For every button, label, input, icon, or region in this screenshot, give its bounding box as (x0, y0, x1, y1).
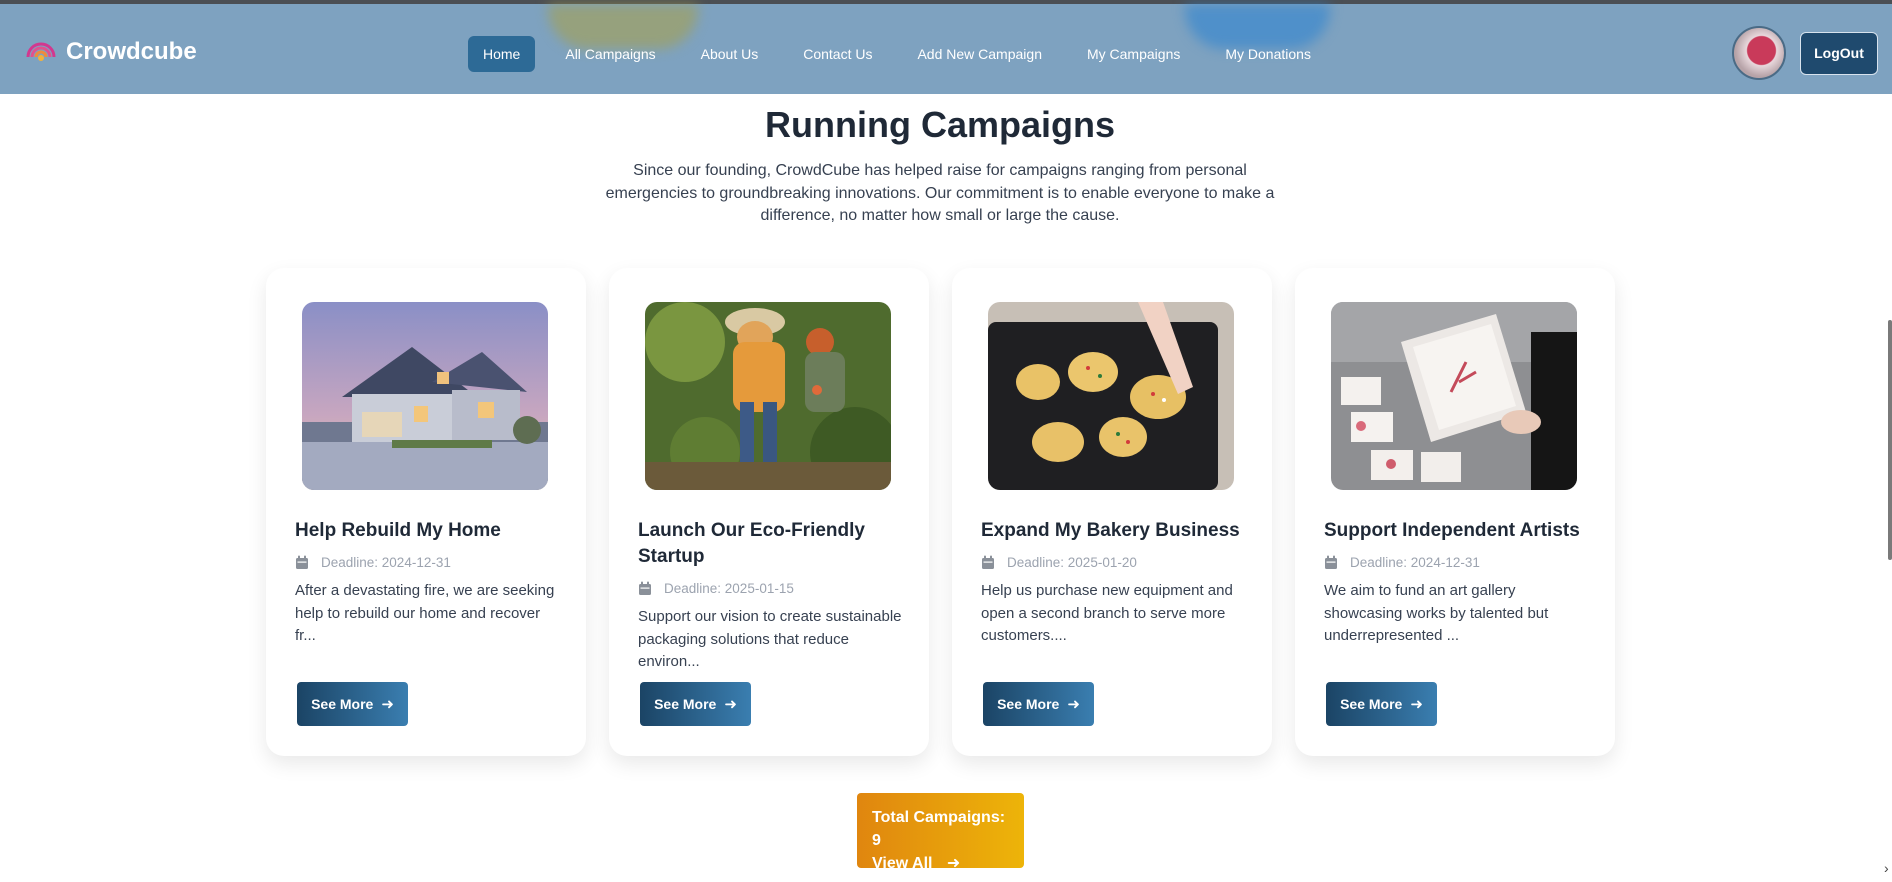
farmers-photo (645, 302, 891, 490)
arrow-right-icon: ➜ (1067, 696, 1080, 713)
see-more-label: See More (997, 696, 1060, 712)
navbar: Crowdcube Home All Campaigns About Us Co… (0, 4, 1892, 94)
campaign-card: Launch Our Eco-Friendly Startup Deadline… (609, 268, 929, 756)
campaign-card: Help Rebuild My Home Deadline: 2024-12-3… (266, 268, 586, 756)
crowdcube-logo-icon (26, 42, 56, 61)
house-photo (302, 302, 548, 490)
brand-logo-link[interactable]: Crowdcube (24, 32, 197, 72)
deadline-text: Deadline: 2024-12-31 (321, 555, 451, 570)
campaign-card: Support Independent Artists Deadline: 20… (1295, 268, 1615, 756)
calendar-icon (639, 581, 651, 595)
cookies-photo (988, 302, 1234, 490)
deadline-text: Deadline: 2024-12-31 (1350, 555, 1480, 570)
calendar-icon (1325, 555, 1337, 569)
nav-home[interactable]: Home (468, 36, 536, 72)
campaign-card: Expand My Bakery Business Deadline: 2025… (952, 268, 1272, 756)
nav-contact-us[interactable]: Contact Us (788, 36, 887, 72)
brand-name: Crowdcube (66, 38, 197, 65)
view-all-label: View All (872, 855, 933, 872)
campaign-description: Help us purchase new equipment and open … (981, 582, 1233, 644)
deadline-text: Deadline: 2025-01-15 (664, 581, 794, 596)
campaign-deadline: Deadline: 2025-01-15 (638, 581, 794, 596)
user-avatar[interactable] (1732, 26, 1786, 80)
view-all-campaigns-button[interactable]: Total Campaigns: 9 View All ➜ (857, 793, 1024, 872)
campaign-description: We aim to fund an art gallery showcasing… (1324, 582, 1549, 644)
see-more-label: See More (311, 696, 374, 712)
see-more-button[interactable]: See More ➜ (1326, 682, 1437, 726)
see-more-label: See More (654, 696, 717, 712)
see-more-button[interactable]: See More ➜ (983, 682, 1094, 726)
nav-all-campaigns[interactable]: All Campaigns (550, 36, 670, 72)
tablet-art-photo (1331, 302, 1577, 490)
see-more-button[interactable]: See More ➜ (297, 682, 408, 726)
campaign-title: Expand My Bakery Business (981, 520, 1240, 541)
campaign-deadline: Deadline: 2024-12-31 (295, 555, 451, 570)
total-campaigns-count: Total Campaigns: 9 (872, 809, 1006, 849)
nav-about-us[interactable]: About Us (686, 36, 774, 72)
see-more-label: See More (1340, 696, 1403, 712)
corner-chevron-icon: › (1884, 860, 1889, 876)
main-nav: Home All Campaigns About Us Contact Us A… (468, 36, 1341, 72)
campaign-description: After a devastating fire, we are seeking… (295, 582, 555, 644)
calendar-icon (982, 555, 994, 569)
see-more-button[interactable]: See More ➜ (640, 682, 751, 726)
campaign-description: Support our vision to create sustainable… (638, 608, 902, 670)
campaign-deadline: Deadline: 2025-01-20 (981, 555, 1137, 570)
nav-add-new-campaign[interactable]: Add New Campaign (902, 36, 1057, 72)
page-subtitle: Since our founding, CrowdCube has helped… (605, 162, 1275, 224)
nav-my-donations[interactable]: My Donations (1210, 36, 1326, 72)
arrow-right-icon: ➜ (946, 855, 961, 872)
campaign-deadline: Deadline: 2024-12-31 (1324, 555, 1480, 570)
nav-my-campaigns[interactable]: My Campaigns (1072, 36, 1195, 72)
deadline-text: Deadline: 2025-01-20 (1007, 555, 1137, 570)
arrow-right-icon: ➜ (1410, 696, 1423, 713)
campaign-title: Help Rebuild My Home (295, 520, 501, 541)
arrow-right-icon: ➜ (381, 696, 394, 713)
arrow-right-icon: ➜ (724, 696, 737, 713)
calendar-icon (296, 555, 308, 569)
logout-button[interactable]: LogOut (1800, 32, 1878, 75)
page-title: Running Campaigns (765, 104, 1115, 145)
campaign-title: Support Independent Artists (1324, 520, 1580, 541)
scrollbar-thumb[interactable] (1888, 320, 1892, 560)
campaign-title: Launch Our Eco-Friendly Startup (638, 520, 865, 567)
